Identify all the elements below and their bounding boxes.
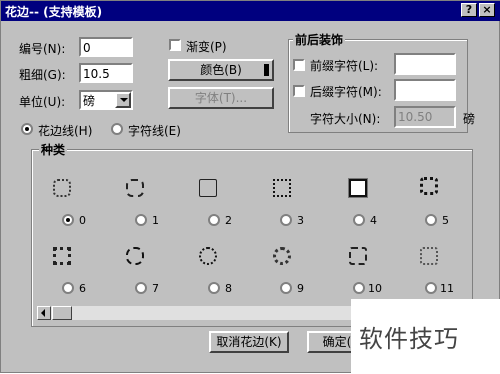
char-line-radio[interactable] (111, 123, 123, 135)
type-radio-5[interactable] (425, 214, 437, 226)
type-radio-0[interactable] (62, 214, 74, 226)
title-bar[interactable]: 花边-- (支持模板) ? × (1, 1, 500, 21)
suffix-label: 后缀字符(M): (310, 85, 382, 99)
types-group-label: 种类 (39, 141, 68, 158)
char-size-label: 字符大小(N): (310, 112, 381, 126)
number-field[interactable]: 0 (79, 37, 133, 57)
char-size-field[interactable]: 10.50 (394, 106, 456, 128)
type-label-9: 9 (297, 282, 304, 295)
color-button-label: 颜色(B) (200, 63, 242, 77)
type-label-0: 0 (79, 214, 86, 227)
gradient-label: 渐变(P) (186, 40, 227, 54)
type-radio-11[interactable] (425, 282, 437, 294)
type-radio-7[interactable] (135, 282, 147, 294)
dialog-window: 花边-- (支持模板) ? × 编号(N): 0 粗细(G): 10.5 单位(… (0, 0, 500, 374)
chevron-down-icon[interactable] (115, 92, 131, 108)
unit-label: 单位(U): (19, 95, 66, 109)
number-label: 编号(N): (19, 42, 66, 56)
window-title: 花边-- (支持模板) (5, 5, 103, 19)
weight-label: 粗细(G): (19, 68, 66, 82)
color-swatch-icon (264, 64, 269, 76)
border-style-swatch-8[interactable] (199, 247, 217, 265)
border-style-swatch-9[interactable] (273, 247, 291, 265)
border-style-swatch-7[interactable] (126, 247, 144, 265)
type-radio-9[interactable] (280, 282, 292, 294)
border-style-swatch-6[interactable] (53, 247, 71, 265)
help-button[interactable]: ? (461, 3, 477, 17)
type-label-5: 5 (442, 214, 449, 227)
type-label-10: 10 (368, 282, 382, 295)
border-style-swatch-2[interactable] (199, 179, 217, 197)
border-style-swatch-5[interactable] (420, 177, 438, 195)
type-label-3: 3 (297, 214, 304, 227)
gradient-checkbox[interactable] (169, 39, 181, 51)
type-radio-4[interactable] (353, 214, 365, 226)
type-radio-10[interactable] (353, 282, 365, 294)
type-label-11: 11 (440, 282, 454, 295)
type-label-7: 7 (152, 282, 159, 295)
close-button[interactable]: × (479, 3, 495, 17)
suffix-field[interactable] (394, 79, 456, 101)
border-style-swatch-1[interactable] (126, 179, 144, 197)
type-label-6: 6 (79, 282, 86, 295)
type-radio-8[interactable] (208, 282, 220, 294)
border-style-swatch-4[interactable] (349, 179, 367, 197)
prefix-checkbox[interactable] (293, 59, 305, 71)
type-label-8: 8 (225, 282, 232, 295)
prefix-field[interactable] (394, 53, 456, 75)
suffix-checkbox[interactable] (293, 85, 305, 97)
unit-select[interactable]: 磅 (79, 90, 133, 110)
char-size-unit: 磅 (463, 112, 476, 126)
type-radio-3[interactable] (280, 214, 292, 226)
flower-line-label: 花边线(H) (38, 124, 93, 138)
border-style-swatch-10[interactable] (349, 247, 367, 265)
decoration-group-label: 前后装饰 (293, 31, 346, 48)
watermark-text: 软件技巧 (359, 325, 459, 353)
char-line-label: 字符线(E) (128, 124, 181, 138)
border-style-swatch-0[interactable] (53, 179, 71, 197)
scroll-left-icon[interactable] (37, 306, 51, 320)
type-radio-6[interactable] (62, 282, 74, 294)
flower-line-radio[interactable] (21, 123, 33, 135)
type-label-2: 2 (225, 214, 232, 227)
type-radio-1[interactable] (135, 214, 147, 226)
prefix-label: 前缀字符(L): (310, 59, 379, 73)
border-style-swatch-3[interactable] (273, 179, 291, 197)
unit-select-value: 磅 (83, 94, 96, 108)
type-label-4: 4 (370, 214, 377, 227)
scrollbar-thumb[interactable] (52, 306, 72, 320)
color-button[interactable]: 颜色(B) (168, 59, 274, 81)
weight-field[interactable]: 10.5 (79, 63, 133, 83)
cancel-border-button[interactable]: 取消花边(K) (209, 331, 289, 353)
border-style-swatch-11[interactable] (420, 247, 438, 265)
type-radio-2[interactable] (208, 214, 220, 226)
font-button[interactable]: 字体(T)... (168, 87, 274, 109)
type-label-1: 1 (152, 214, 159, 227)
types-scrollbar[interactable] (37, 306, 377, 320)
